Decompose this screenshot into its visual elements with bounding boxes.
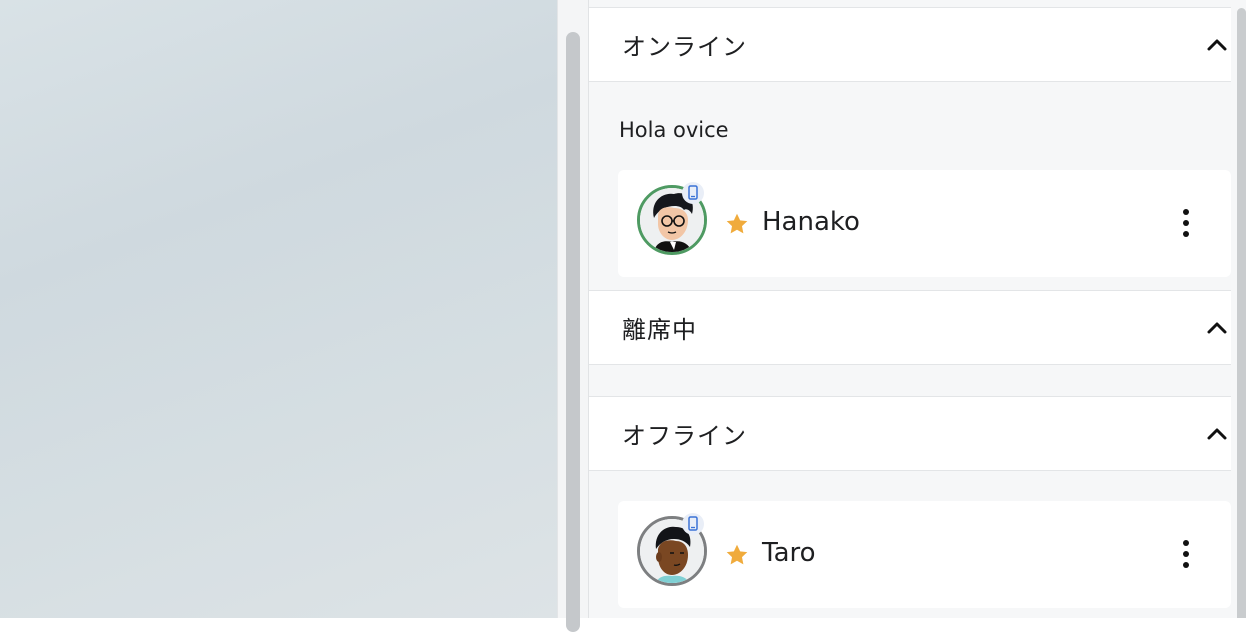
user-card-hanako[interactable]: Hanako [618, 170, 1231, 277]
user-name: Taro [762, 538, 816, 568]
member-list-panel: オンライン Hola ovice Hanako 離席中 オフライン Taro [588, 0, 1246, 618]
more-options-icon[interactable] [1174, 208, 1198, 238]
section-header-away[interactable]: 離席中 [589, 290, 1231, 365]
section-title-away: 離席中 [622, 316, 697, 344]
user-card-taro[interactable]: Taro [618, 501, 1231, 608]
group-label: Hola ovice [619, 118, 729, 142]
mobile-icon [682, 513, 704, 535]
more-options-icon[interactable] [1174, 539, 1198, 569]
section-title-offline: オフライン [622, 422, 747, 450]
favorite-star-icon[interactable] [724, 542, 750, 572]
section-header-online[interactable]: オンライン [589, 7, 1231, 82]
mobile-icon [682, 182, 704, 204]
favorite-star-icon[interactable] [724, 211, 750, 241]
panel-scrollbar[interactable] [1237, 8, 1246, 618]
chevron-up-icon[interactable] [1203, 30, 1231, 58]
outer-scrollbar[interactable] [557, 0, 588, 632]
section-header-offline[interactable]: オフライン [589, 396, 1231, 471]
section-title-online: オンライン [622, 33, 747, 61]
chevron-up-icon[interactable] [1203, 419, 1231, 447]
background-area [0, 0, 557, 618]
outer-scrollbar-thumb[interactable] [566, 32, 580, 632]
chevron-up-icon[interactable] [1203, 313, 1231, 341]
user-name: Hanako [762, 207, 860, 237]
